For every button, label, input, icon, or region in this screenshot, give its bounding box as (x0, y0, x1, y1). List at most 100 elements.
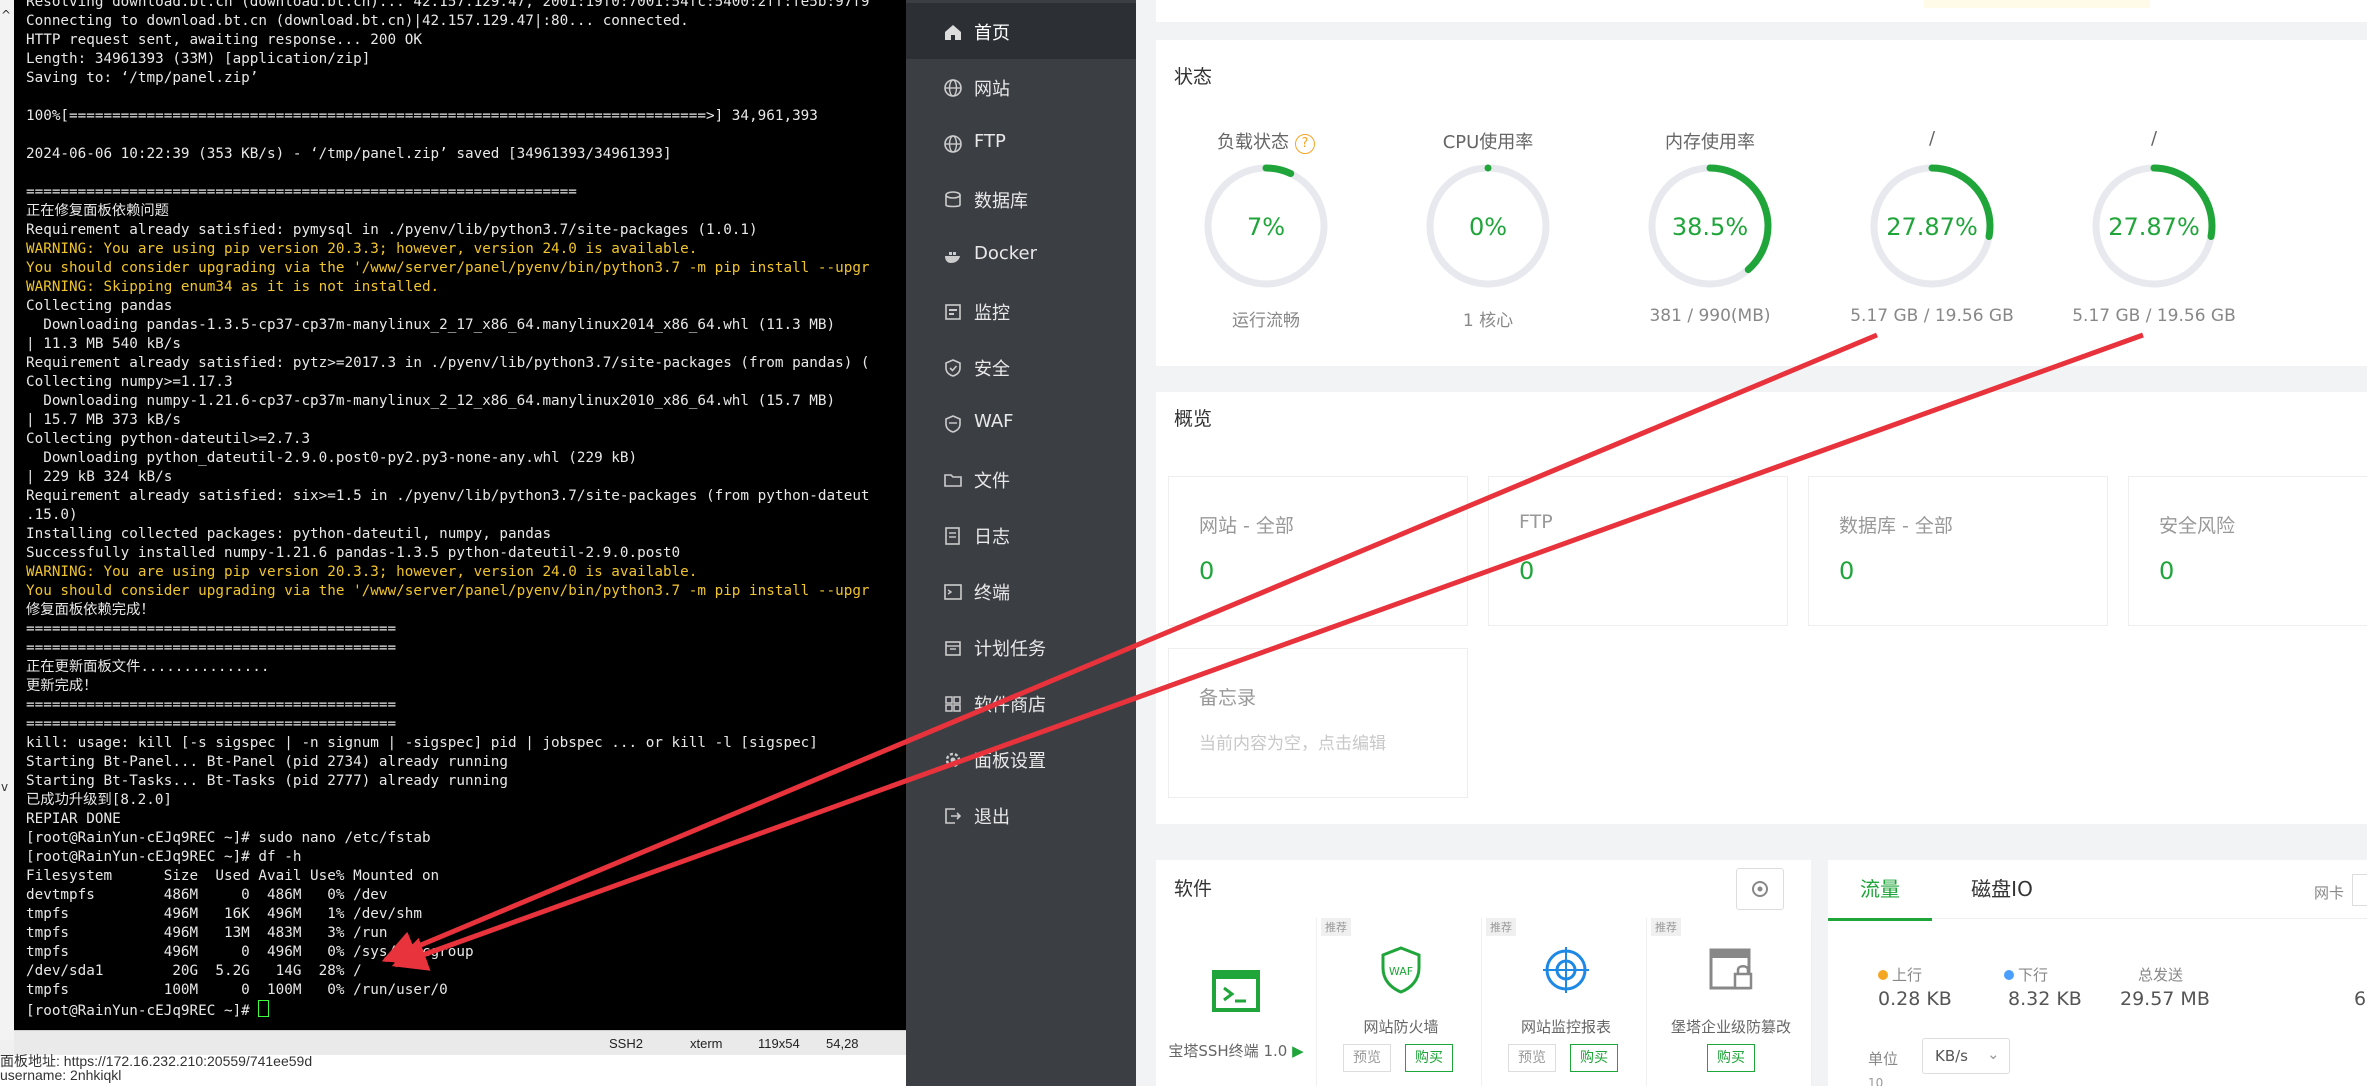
terminal-size: 119x54 (758, 1036, 800, 1051)
terminal-line: WARNING: Skipping enum34 as it is not in… (26, 279, 440, 295)
overview-box[interactable]: 网站 - 全部 0 (1168, 476, 1468, 626)
status-card: 状态 负载状态? 7% 运行流畅 CPU使用率 0% 1 核心 内存使用率 38.5% 381 … (1156, 40, 2367, 366)
terminal-line: ========================================… (26, 621, 397, 637)
terminal-line: | 11.3 MB 540 kB/s (26, 336, 181, 352)
log-icon (943, 526, 963, 546)
svg-text:WAF: WAF (1389, 965, 1413, 978)
preview-button[interactable]: 预览 (1508, 1044, 1556, 1072)
recommend-tag: 推荐 (1651, 918, 1681, 936)
sidebar-item-label: FTP (974, 131, 1006, 152)
overview-box-value[interactable]: 0 (1199, 557, 1214, 585)
ssh-terminal-icon (1212, 970, 1260, 1012)
gauge-subtitle: 5.17 GB / 19.56 GB (1850, 306, 2014, 326)
software-item[interactable]: 推荐 堡塔企业级防篡改 购买 (1651, 918, 1812, 1086)
terminal-line: HTTP request sent, awaiting response... … (26, 32, 422, 48)
sidebar-item-12[interactable]: 软件商店 (906, 675, 1136, 731)
overview-box[interactable]: 数据库 - 全部 0 (1808, 476, 2108, 626)
gauge-ring: 7% (1204, 164, 1328, 288)
sidebar: 首页 网站 FTP 数据库 Docker 监控 安全 WAF 文件日志终端 计划任务 软件商店面板设… (906, 0, 1136, 1086)
traffic-card: 流量 磁盘IO 网卡 上行 0.28 KB 下行 8.32 KB 总发送 29.… (1828, 860, 2367, 1086)
upload-label: 上行 (1878, 964, 1922, 985)
sidebar-item-4[interactable]: Docker (906, 227, 1136, 283)
top-card-partial (1156, 0, 2367, 22)
preview-button[interactable]: 预览 (1343, 1044, 1391, 1072)
terminal-line: [root@RainYun-cEJq9REC ~]# (26, 1003, 259, 1019)
sidebar-item-11[interactable]: 计划任务 (906, 619, 1136, 675)
terminal-line: Starting Bt-Panel... Bt-Panel (pid 2734)… (26, 754, 509, 770)
terminal-line: Starting Bt-Tasks... Bt-Tasks (pid 2777)… (26, 773, 509, 789)
sidebar-item-5[interactable]: 监控 (906, 283, 1136, 339)
overview-box-value[interactable]: 0 (1839, 557, 1854, 585)
ssh-terminal[interactable]: Resolving download.bt.cn (download.bt.cn… (14, 0, 906, 1030)
software-row: 宝塔SSH终端 1.0 ▶ 推荐 WAF 网站防火墙 预览 购买 推荐 网站监控报表 预览 购买推… (1156, 918, 1812, 1086)
overview-box[interactable]: 安全风险 0 (2128, 476, 2367, 626)
unit-select-value: KB/s (1935, 1047, 1968, 1065)
sidebar-item-8[interactable]: 文件 (906, 451, 1136, 507)
terminal-line: ========================================… (26, 716, 397, 732)
total-send-label: 总发送 (2138, 966, 2184, 984)
terminal-line: kill: usage: kill [-s sigspec | -n signu… (26, 735, 818, 751)
sidebar-item-1[interactable]: 网站 (906, 59, 1136, 115)
terminal-line: WARNING: You are using pip version 20.3.… (26, 241, 698, 257)
software-name: 网站防火墙 (1363, 1018, 1439, 1036)
tab-traffic[interactable]: 流量 (1828, 860, 1932, 921)
terminal-line: Installing collected packages: python-da… (26, 526, 552, 542)
gauge-title-text: CPU使用率 (1442, 132, 1534, 153)
calendar-icon (943, 638, 963, 658)
software-item[interactable]: 宝塔SSH终端 1.0 ▶ (1156, 918, 1317, 1086)
overview-box[interactable]: FTP 0 (1488, 476, 1788, 626)
sidebar-item-2[interactable]: FTP (906, 115, 1136, 171)
sidebar-item-3[interactable]: 数据库 (906, 171, 1136, 227)
tab-disk-io[interactable]: 磁盘IO (1932, 860, 2072, 918)
overview-card: 概览 网站 - 全部 0 FTP 0 数据库 - 全部 0 安全风险 0 备忘录 当前内容为空… (1156, 392, 2367, 824)
buy-button[interactable]: 购买 (1405, 1044, 1453, 1072)
gauge-value: 38.5% (1672, 213, 1748, 241)
anti-tamper-icon (1709, 948, 1753, 990)
terminal-line: Collecting python-dateutil>=2.7.3 (26, 431, 311, 447)
overview-box-value[interactable]: 0 (2159, 557, 2174, 585)
globe-icon (943, 78, 963, 98)
sidebar-item-6[interactable]: 安全 (906, 339, 1136, 395)
terminal-line: You should consider upgrading via the '/… (26, 583, 870, 599)
software-item[interactable]: 推荐 WAF 网站防火墙 预览 购买 (1321, 918, 1482, 1086)
memo-placeholder[interactable]: 当前内容为空，点击编辑 (1199, 729, 1386, 754)
terminal-cursor (258, 1000, 270, 1017)
sidebar-item-label: 文件 (974, 471, 1010, 492)
sidebar-item-13[interactable]: 面板设置 (906, 731, 1136, 787)
progress-text: | 229 kB 324 kB/s (26, 469, 173, 485)
unit-select[interactable]: KB/s ⌄ (1922, 1038, 2010, 1074)
terminal-line: You should consider upgrading via the '/… (26, 260, 870, 276)
gauge-title-text: / (1928, 128, 1936, 149)
chevron-up-icon[interactable]: ^ (1, 8, 11, 22)
sidebar-item-9[interactable]: 日志 (906, 507, 1136, 563)
sidebar-item-14[interactable]: 退出 (906, 787, 1136, 843)
terminal-line: Requirement already satisfied: pymysql i… (26, 222, 758, 238)
overview-box-value[interactable]: 0 (1519, 557, 1534, 585)
sidebar-item-label: 面板设置 (974, 751, 1046, 772)
home-icon (943, 22, 963, 42)
software-item[interactable]: 推荐网站监控报表预览 购买 (1486, 918, 1647, 1086)
play-icon[interactable]: ▶ (1292, 1042, 1304, 1060)
sidebar-item-label: 日志 (974, 527, 1010, 548)
terminal-line: /dev/sda1 20G 5.2G 14G 28% / (26, 963, 362, 979)
chevron-down-icon[interactable]: v (1, 780, 8, 794)
docker-icon (943, 246, 963, 266)
software-name: 网站监控报表 (1520, 1018, 1611, 1036)
sidebar-item-0[interactable]: 首页 (906, 3, 1136, 59)
database-icon (943, 190, 963, 210)
buy-button[interactable]: 购买 (1707, 1044, 1755, 1072)
sidebar-item-10[interactable]: 终端 (906, 563, 1136, 619)
memo-box[interactable]: 备忘录 当前内容为空，点击编辑 (1168, 648, 1468, 798)
terminal-line: Downloading pandas-1.3.5-cp37-cp37m-many… (26, 317, 836, 333)
terminal-line: Filesystem Size Used Avail Use% Mounted … (26, 868, 440, 884)
nic-select[interactable] (2352, 874, 2367, 906)
terminal-line: 已成功升级到[8.2.0] (26, 792, 173, 808)
software-settings-button[interactable] (1736, 868, 1784, 910)
terminal-line: tmpfs 496M 0 496M 0% /sys/fs/cgroup (26, 944, 474, 960)
recommend-tag: 推荐 (1486, 918, 1516, 936)
help-icon[interactable]: ? (1295, 134, 1315, 154)
sidebar-item-7[interactable]: WAF (906, 395, 1136, 451)
download-label: 下行 (2004, 964, 2048, 985)
buy-button[interactable]: 购买 (1570, 1044, 1618, 1072)
globe-icon (943, 134, 963, 154)
